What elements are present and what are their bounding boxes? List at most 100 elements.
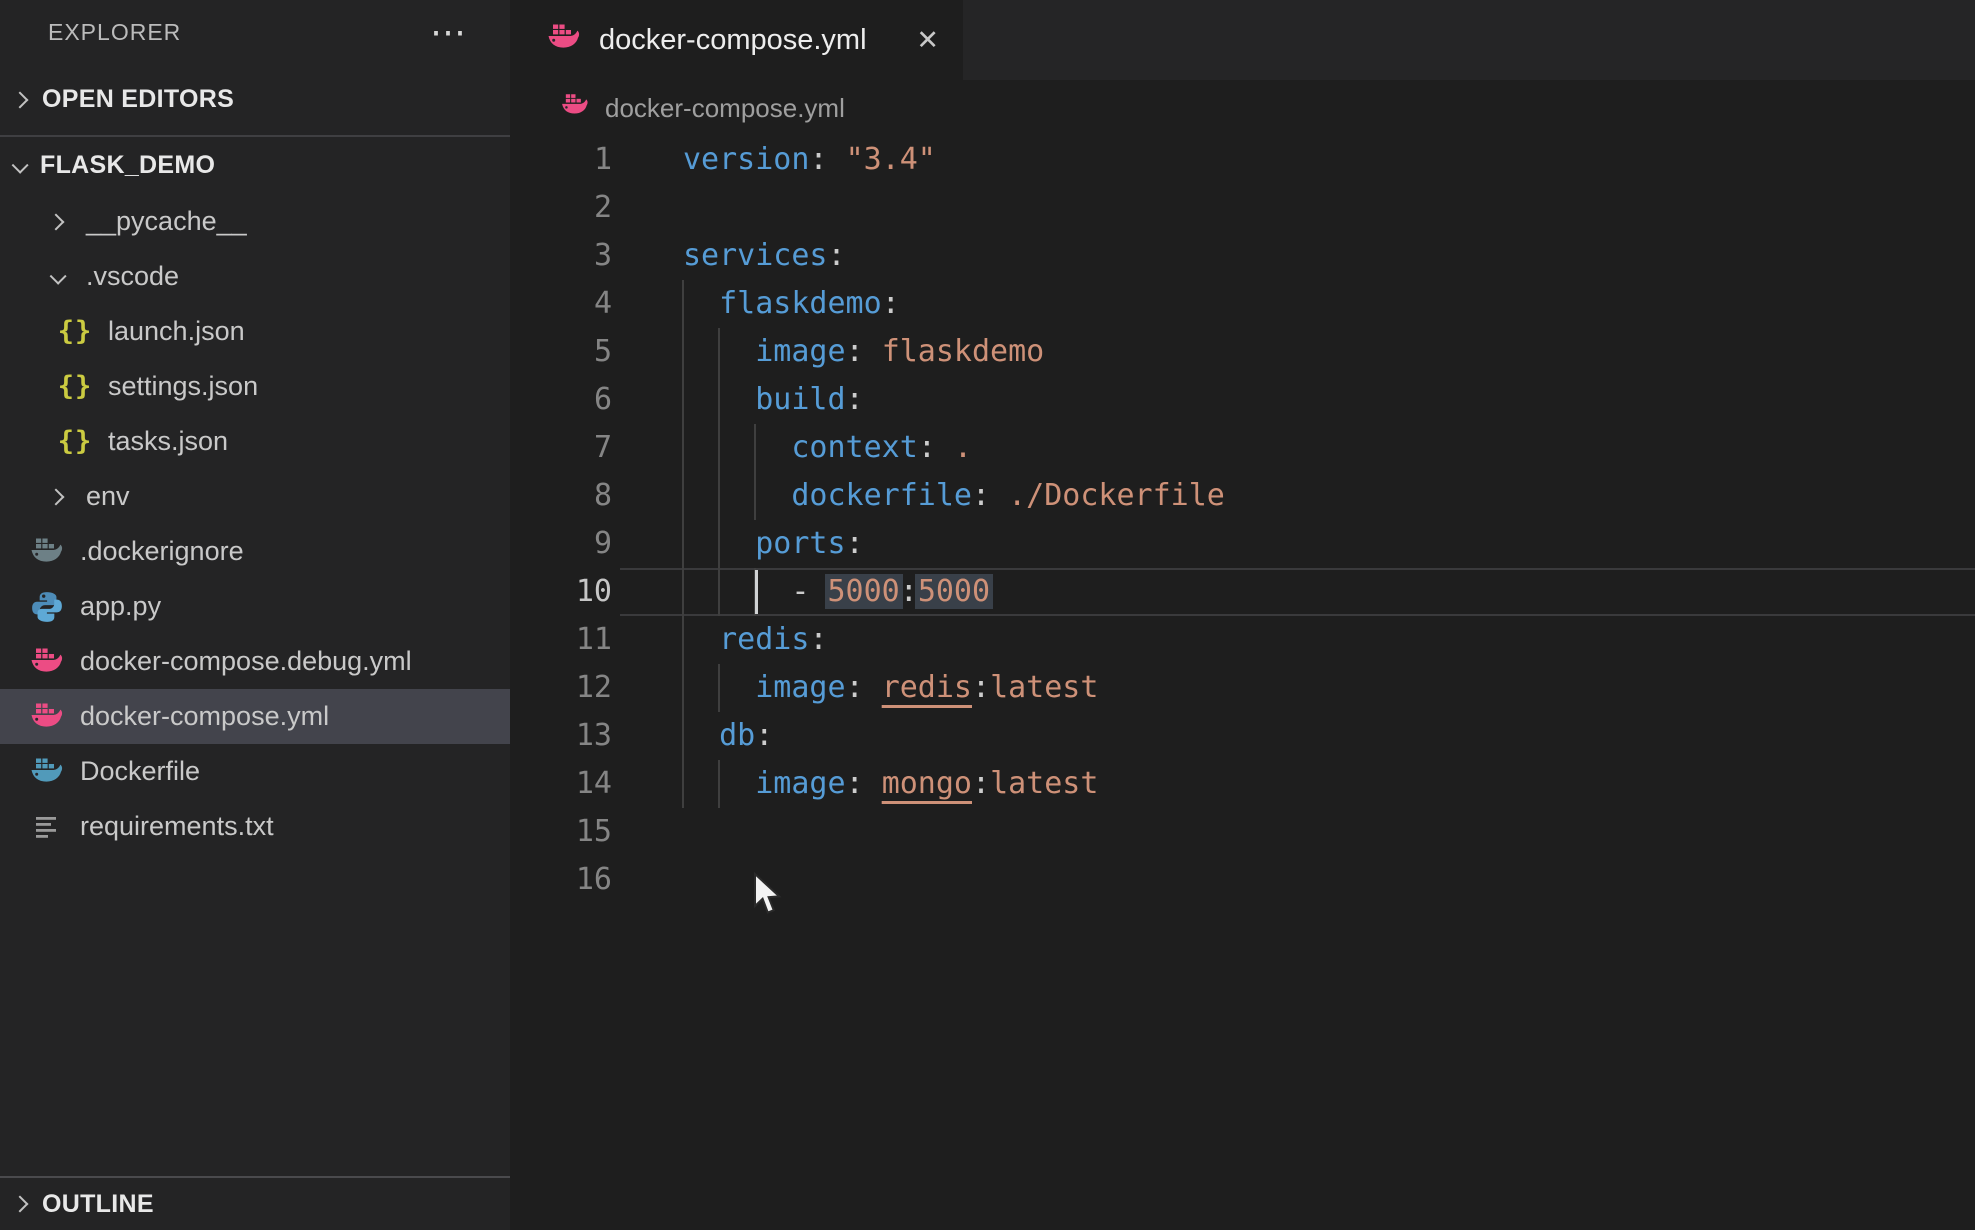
open-editors-section-header[interactable]: OPEN EDITORS bbox=[0, 64, 510, 137]
outline-label: OUTLINE bbox=[42, 1190, 154, 1219]
code-line-7[interactable]: 7 context: . bbox=[510, 424, 1975, 472]
code-lines: 1version: "3.4"23services:4 flaskdemo:5 … bbox=[510, 136, 1975, 904]
docker-whale-icon bbox=[28, 757, 66, 787]
sidebar-item-app-py[interactable]: app.py bbox=[0, 579, 510, 634]
sidebar-item-settings-json[interactable]: {} settings.json bbox=[0, 359, 510, 414]
code-text: context: . bbox=[683, 424, 972, 472]
open-editors-label: OPEN EDITORS bbox=[42, 85, 234, 114]
code-line-6[interactable]: 6 build: bbox=[510, 376, 1975, 424]
code-text: version: "3.4" bbox=[683, 136, 936, 184]
file-label: Dockerfile bbox=[80, 756, 200, 787]
line-number: 9 bbox=[510, 520, 612, 568]
sidebar-item-dockerignore[interactable]: .dockerignore bbox=[0, 524, 510, 579]
sidebar-item-vscode[interactable]: .vscode bbox=[0, 249, 510, 304]
breadcrumb-item: docker-compose.yml bbox=[605, 93, 845, 124]
docker-whale-icon bbox=[28, 702, 66, 732]
chevron-right-icon bbox=[12, 91, 29, 108]
code-line-3[interactable]: 3 services: bbox=[510, 232, 1975, 280]
file-label: env bbox=[86, 481, 130, 512]
line-number: 12 bbox=[510, 664, 612, 712]
line-number: 2 bbox=[510, 184, 612, 232]
code-text: dockerfile: ./Dockerfile bbox=[683, 472, 1225, 520]
line-number: 15 bbox=[510, 808, 612, 856]
code-text: - 5000:5000 bbox=[683, 568, 990, 616]
sidebar-item-pycache[interactable]: __pycache__ bbox=[0, 194, 510, 249]
line-number: 10 bbox=[510, 568, 612, 616]
line-number: 13 bbox=[510, 712, 612, 760]
json-icon: {} bbox=[56, 426, 94, 457]
sidebar-item-tasks-json[interactable]: {} tasks.json bbox=[0, 414, 510, 469]
outline-section-header[interactable]: OUTLINE bbox=[0, 1176, 510, 1230]
chevron-down-icon bbox=[50, 267, 67, 284]
chevron-down-icon bbox=[12, 156, 29, 173]
file-label: launch.json bbox=[108, 316, 245, 347]
code-line-5[interactable]: 5 image: flaskdemo bbox=[510, 328, 1975, 376]
tab-docker-compose-yml[interactable]: docker-compose.yml ✕ bbox=[510, 0, 963, 80]
workspace-section-header[interactable]: FLASK_DEMO bbox=[0, 137, 510, 194]
sidebar-item-dockerfile[interactable]: Dockerfile bbox=[0, 744, 510, 799]
mouse-pointer bbox=[752, 872, 786, 923]
docker-whale-icon bbox=[28, 537, 66, 567]
code-line-1[interactable]: 1 version: "3.4" bbox=[510, 136, 1975, 184]
more-actions-icon[interactable]: ⋯ bbox=[430, 22, 466, 42]
code-editor[interactable]: 1version: "3.4"23services:4 flaskdemo:5 … bbox=[510, 136, 1975, 1230]
code-line-15[interactable]: 15 bbox=[510, 808, 1975, 856]
close-icon[interactable]: ✕ bbox=[916, 25, 939, 56]
file-label: docker-compose.yml bbox=[80, 701, 329, 732]
chevron-right-icon bbox=[12, 1196, 29, 1213]
text-cursor bbox=[755, 570, 758, 614]
sidebar-item-requirements-txt[interactable]: requirements.txt bbox=[0, 799, 510, 854]
code-line-11[interactable]: 11 redis: bbox=[510, 616, 1975, 664]
code-line-10[interactable]: 10 - 5000:5000 bbox=[510, 568, 1975, 616]
code-line-2[interactable]: 2 bbox=[510, 184, 1975, 232]
editor-group: docker-compose.yml ✕ docker-compose.yml … bbox=[510, 0, 1975, 1230]
file-label: __pycache__ bbox=[86, 206, 247, 237]
code-text: redis: bbox=[683, 616, 828, 664]
file-label: .dockerignore bbox=[80, 536, 244, 567]
code-text: image: redis:latest bbox=[683, 664, 1098, 712]
sidebar-item-launch-json[interactable]: {} launch.json bbox=[0, 304, 510, 359]
line-number: 3 bbox=[510, 232, 612, 280]
code-line-16[interactable]: 16 bbox=[510, 856, 1975, 904]
file-tree: __pycache__ .vscode {} launch.json {} setting… bbox=[0, 194, 510, 854]
json-icon: {} bbox=[56, 371, 94, 402]
file-label: requirements.txt bbox=[80, 811, 274, 842]
line-number: 7 bbox=[510, 424, 612, 472]
file-label: docker-compose.debug.yml bbox=[80, 646, 412, 677]
file-label: tasks.json bbox=[108, 426, 228, 457]
tab-label: docker-compose.yml bbox=[599, 24, 867, 57]
sidebar-item-env[interactable]: env bbox=[0, 469, 510, 524]
python-icon bbox=[28, 590, 66, 624]
workspace-label: FLASK_DEMO bbox=[40, 151, 215, 180]
line-number: 6 bbox=[510, 376, 612, 424]
docker-whale-icon bbox=[546, 23, 582, 58]
chevron-right-icon bbox=[48, 213, 65, 230]
sidebar-item-docker-compose-yml[interactable]: docker-compose.yml bbox=[0, 689, 510, 744]
line-number: 4 bbox=[510, 280, 612, 328]
code-line-13[interactable]: 13 db: bbox=[510, 712, 1975, 760]
sidebar-header: EXPLORER ⋯ bbox=[0, 0, 510, 64]
breadcrumb[interactable]: docker-compose.yml bbox=[510, 80, 1975, 136]
line-number: 1 bbox=[510, 136, 612, 184]
docker-whale-icon bbox=[560, 93, 590, 123]
json-icon: {} bbox=[56, 316, 94, 347]
tab-bar: docker-compose.yml ✕ bbox=[510, 0, 1975, 80]
sidebar-item-docker-compose-debug-yml[interactable]: docker-compose.debug.yml bbox=[0, 634, 510, 689]
docker-whale-icon bbox=[28, 647, 66, 677]
code-line-12[interactable]: 12 image: redis:latest bbox=[510, 664, 1975, 712]
code-text: db: bbox=[683, 712, 773, 760]
sidebar-title: EXPLORER bbox=[48, 19, 181, 46]
line-number: 8 bbox=[510, 472, 612, 520]
file-label: app.py bbox=[80, 591, 161, 622]
code-line-9[interactable]: 9 ports: bbox=[510, 520, 1975, 568]
code-line-4[interactable]: 4 flaskdemo: bbox=[510, 280, 1975, 328]
code-text: image: mongo:latest bbox=[683, 760, 1098, 808]
file-label: settings.json bbox=[108, 371, 258, 402]
code-text: ports: bbox=[683, 520, 864, 568]
code-line-14[interactable]: 14 image: mongo:latest bbox=[510, 760, 1975, 808]
explorer-sidebar: EXPLORER ⋯ OPEN EDITORS FLASK_DEMO __pyc… bbox=[0, 0, 510, 1230]
line-number: 14 bbox=[510, 760, 612, 808]
code-text: services: bbox=[683, 232, 846, 280]
code-text: flaskdemo: bbox=[683, 280, 900, 328]
code-line-8[interactable]: 8 dockerfile: ./Dockerfile bbox=[510, 472, 1975, 520]
